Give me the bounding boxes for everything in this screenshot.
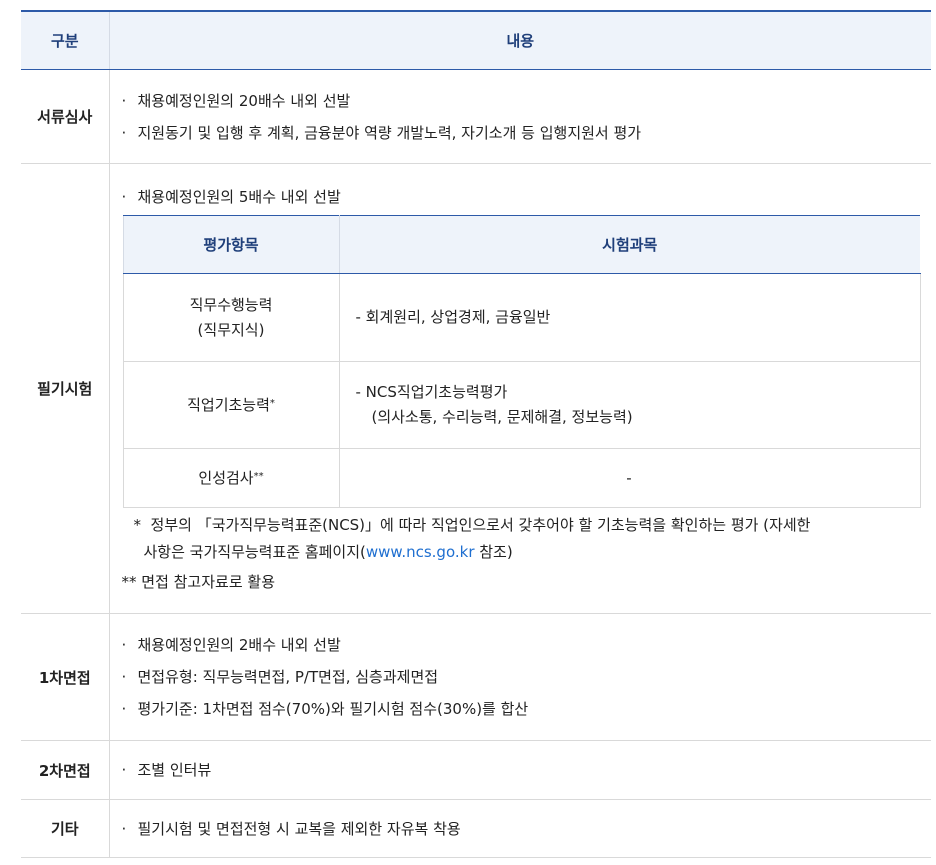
list-item: · 조별 인터뷰 (121, 761, 212, 779)
list-item: · 채용예정인원의 5배수 내외 선발 (121, 188, 341, 206)
category-label: 1차면접 (21, 613, 110, 741)
category-label: 기타 (21, 799, 110, 858)
ncs-link[interactable]: www.ncs.go.kr (366, 543, 475, 561)
list-item: · 채용예정인원의 20배수 내외 선발 (121, 91, 351, 110)
row-document-screening: 서류심사 · 채용예정인원의 20배수 내외 선발 · 지원동기 및 입행 후 계획… (21, 69, 931, 164)
table-row: 직업기초능력* - NCS직업기초능력평가 (의사소통, 수리능력, 문제해결,… (122, 361, 921, 449)
list-item: · 지원동기 및 입행 후 계획, 금융분야 역량 개발노력, 자기소개 등 입행… (121, 123, 642, 142)
row-second-interview: 2차면접 · 조별 인터뷰 (21, 740, 931, 800)
content-cell: · 채용예정인원의 5배수 내외 선발 평가항목 시험과목 직무수행능력 (직무지… (109, 163, 931, 614)
content-cell: · 조별 인터뷰 (109, 740, 931, 800)
row-written-exam: 필기시험 · 채용예정인원의 5배수 내외 선발 평가항목 시험과목 직무수행능력… (21, 163, 931, 614)
list-item: · 필기시험 및 면접전형 시 교복을 제외한 자유복 착용 (121, 819, 461, 838)
sub-header-subject: 시험과목 (338, 215, 920, 274)
eval-item: 직업기초능력* (122, 361, 340, 449)
list-item: · 평가기준: 1차면접 점수(70%)와 필기시험 점수(30%)를 합산 (121, 700, 529, 718)
list-item: · 면접유형: 직무능력면접, P/T면접, 심층과제면접 (121, 668, 439, 686)
category-label: 2차면접 (21, 740, 110, 800)
sub-header-row: 평가항목 시험과목 (122, 215, 920, 274)
header-category: 구분 (21, 10, 110, 70)
row-first-interview: 1차면접 · 채용예정인원의 2배수 내외 선발 · 면접유형: 직무능력면접, P… (21, 613, 931, 741)
footnote-ncs: * 정부의 「국가직무능력표준(NCS)」에 따라 직업인으로서 갖추어야 할 … (133, 516, 811, 561)
category-label: 서류심사 (21, 69, 110, 164)
content-cell: · 필기시험 및 면접전형 시 교복을 제외한 자유복 착용 (109, 799, 931, 858)
exam-subject: - 회계원리, 상업경제, 금융일반 (338, 273, 921, 362)
content-cell: · 채용예정인원의 2배수 내외 선발 · 면접유형: 직무능력면접, P/T면접,… (109, 613, 931, 741)
table-row: 직무수행능력 (직무지식) - 회계원리, 상업경제, 금융일반 (122, 273, 921, 362)
exam-subject: - (338, 448, 921, 508)
category-label: 필기시험 (21, 163, 110, 614)
footnote-personality: ** 면접 참고자료로 활용 (121, 573, 276, 591)
selection-process-table: 구분 내용 서류심사 · 채용예정인원의 20배수 내외 선발 · 지원동기 및 입… (21, 10, 931, 858)
sub-header-item: 평가항목 (122, 215, 340, 274)
header-content: 내용 (109, 10, 931, 70)
eval-item: 인성검사** (122, 448, 340, 508)
exam-subject: - NCS직업기초능력평가 (의사소통, 수리능력, 문제해결, 정보능력) (338, 361, 921, 449)
header-row: 구분 내용 (21, 10, 931, 70)
list-item: · 채용예정인원의 2배수 내외 선발 (121, 636, 341, 654)
table-row: 인성검사** - (122, 448, 921, 508)
exam-subject-table: 평가항목 시험과목 직무수행능력 (직무지식) - 회계원리, 상업경제, 금융… (122, 215, 921, 508)
content-cell: · 채용예정인원의 20배수 내외 선발 · 지원동기 및 입행 후 계획, 금융분… (109, 69, 931, 164)
eval-item: 직무수행능력 (직무지식) (122, 273, 340, 362)
row-etc: 기타 · 필기시험 및 면접전형 시 교복을 제외한 자유복 착용 (21, 799, 931, 858)
